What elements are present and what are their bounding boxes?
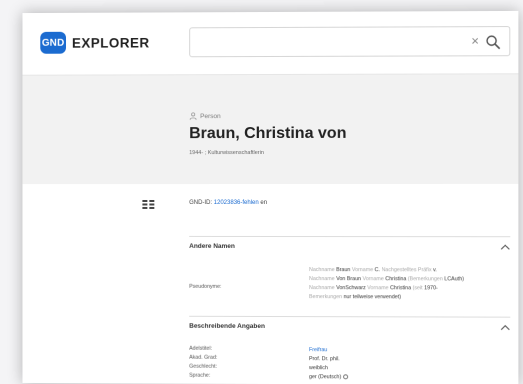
field-name: (seit — [412, 285, 423, 292]
field-name: Nachgestelltes Präfix — [381, 267, 432, 274]
gnd-id-label: GND-ID: — [189, 199, 213, 206]
name-line: Nachname Von Braun Vorname Christina (Be… — [309, 275, 510, 284]
row-geschlecht: Geschlecht: weiblich — [189, 364, 510, 372]
menu-icon[interactable] — [142, 200, 155, 209]
logo[interactable]: GND EXPLORER — [40, 31, 150, 54]
name-line: Nachname Braun Vorname C. Nachgestelltes… — [309, 266, 510, 275]
field-value: nur teilweise verwendet) — [343, 294, 401, 301]
gnd-id-link[interactable]: 12023836-fehlen — [214, 200, 259, 206]
header: GND EXPLORER × — [22, 10, 519, 75]
logo-badge: GND — [40, 31, 67, 54]
row-adelstitel: Adelstitel: Freifrau — [189, 346, 510, 353]
field-value: Christina — [390, 285, 412, 292]
row-label: Geschlecht: — [189, 363, 218, 370]
name-line: Bemerkungen nur teilweise verwendet) — [309, 293, 510, 302]
page-title: Braun, Christina von — [189, 124, 347, 143]
row-akad-grad: Akad. Grad: Prof. Dr. phil. — [189, 355, 510, 363]
field-value: VonSchwarz — [336, 285, 366, 292]
chevron-up-icon[interactable] — [500, 324, 510, 330]
gnd-id: GND-ID: 12023836-fehlen en — [189, 200, 267, 206]
row-sprache: Sprache: ger (Deutsch) — [189, 373, 510, 380]
logo-text: EXPLORER — [71, 34, 150, 51]
name-line: Nachname VonSchwarz Vorname Christina (s… — [309, 284, 510, 293]
field-value: 1970- — [424, 285, 438, 292]
chevron-up-icon[interactable] — [500, 244, 510, 250]
record-subtitle: 1944- ; Kulturwissenschaftlerin — [189, 150, 264, 157]
row-label: Sprache: — [189, 372, 211, 379]
field-value: LCAuth) — [444, 276, 464, 283]
field-value: Christina — [385, 276, 407, 283]
search-icon[interactable] — [485, 34, 501, 50]
info-icon[interactable] — [342, 374, 348, 380]
person-icon — [190, 112, 197, 121]
field-value: v. — [433, 267, 437, 274]
field-name: Bemerkungen — [309, 294, 343, 301]
language-value: ger (Deutsch) — [309, 374, 342, 381]
field-name: (Bemerkungen — [407, 276, 443, 283]
field-value: Braun — [336, 267, 351, 274]
section-title: Andere Namen — [189, 242, 235, 250]
search-bar: × — [189, 26, 511, 58]
section-descriptive[interactable]: Beschreibende Angaben — [189, 315, 511, 337]
row-value: Nachname Braun Vorname C. Nachgestelltes… — [309, 266, 510, 303]
gnd-id-suffix: en — [260, 199, 268, 206]
row-pseudonyme: Pseudonyme: Nachname Braun Vorname C. Na… — [189, 266, 510, 300]
row-label: Akad. Grad: — [189, 354, 218, 361]
app-window: GND EXPLORER × Person Braun, Christina v… — [22, 10, 519, 384]
clear-icon[interactable]: × — [471, 33, 479, 48]
field-name: Vorname — [367, 285, 389, 292]
field-value: C. — [374, 267, 380, 274]
row-label: Adelstitel: — [189, 345, 213, 352]
field-name: Nachname — [309, 267, 335, 274]
record-type: Person — [189, 112, 221, 121]
row-value: ger (Deutsch) — [309, 373, 510, 383]
field-name: Vorname — [351, 267, 374, 274]
field-name: Nachname — [309, 285, 335, 292]
row-label: Pseudonyme: — [189, 283, 222, 290]
field-name: Vorname — [362, 276, 384, 283]
field-name: Nachname — [309, 276, 335, 283]
field-value: Von Braun — [336, 276, 362, 283]
section-title: Beschreibende Angaben — [189, 322, 265, 330]
record-type-label: Person — [200, 112, 221, 120]
section-other-names[interactable]: Andere Namen — [189, 235, 511, 257]
